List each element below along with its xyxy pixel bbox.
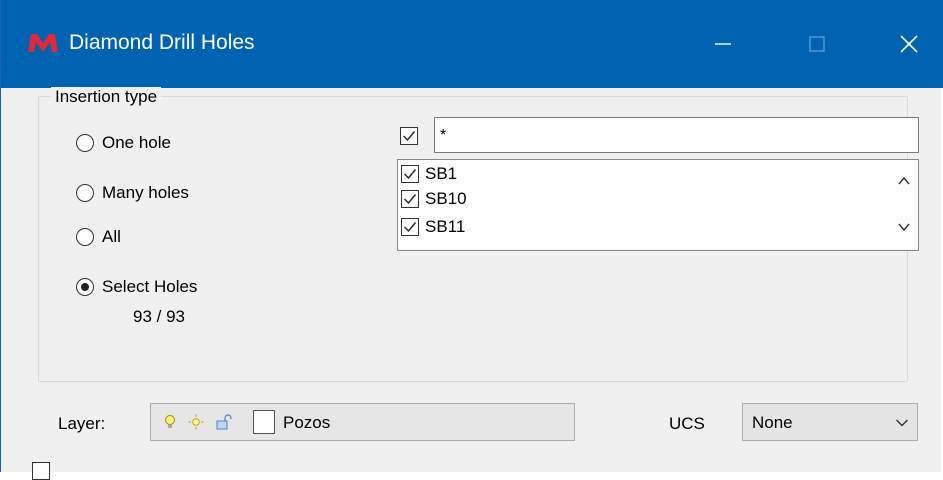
layer-selector[interactable]: Pozos [150, 403, 575, 441]
radio-label: One hole [102, 133, 171, 152]
window-title: Diamond Drill Holes [69, 31, 255, 54]
holes-listbox[interactable]: SB1 SB10 SB11 [397, 159, 919, 251]
close-button[interactable] [879, 18, 939, 70]
ucs-label: UCS [669, 414, 705, 433]
filter-checkbox[interactable] [400, 127, 418, 145]
layer-label: Layer: [58, 414, 106, 433]
maximize-icon [809, 36, 825, 52]
ucs-dropdown[interactable]: None [742, 403, 918, 441]
radio-select-holes[interactable]: Select Holes [76, 277, 197, 297]
list-item[interactable]: SB10 [401, 188, 467, 210]
minimize-button[interactable] [693, 18, 753, 70]
item-checkbox[interactable] [401, 190, 419, 208]
insertion-type-group: Insertion type One hole Many holes All S… [38, 87, 919, 382]
app-logo-icon [28, 34, 58, 52]
title-bar[interactable]: Diamond Drill Holes [1, 0, 943, 88]
item-label: SB1 [425, 164, 458, 183]
bottom-checkbox[interactable] [32, 462, 50, 480]
layer-color-swatch [253, 410, 275, 434]
layer-name: Pozos [283, 413, 331, 432]
chevron-down-icon [896, 419, 908, 427]
radio-many-holes[interactable]: Many holes [76, 183, 189, 203]
list-item[interactable]: SB11 [401, 216, 465, 238]
radio-label: Select Holes [102, 277, 198, 296]
radio-button[interactable] [76, 228, 94, 246]
item-label: SB10 [425, 189, 467, 208]
radio-label: All [102, 227, 121, 246]
radio-label: Many holes [102, 183, 189, 202]
radio-button-selected[interactable] [76, 278, 94, 296]
dialog-window: Diamond Drill Holes Insertion type One h… [0, 0, 943, 480]
checkmark-icon [404, 222, 417, 233]
bottom-option[interactable] [32, 462, 58, 480]
radio-one-hole[interactable]: One hole [76, 133, 171, 153]
radio-all[interactable]: All [76, 227, 121, 247]
minimize-icon [715, 43, 731, 45]
radio-button[interactable] [76, 184, 94, 202]
item-label: SB11 [425, 217, 466, 236]
lightbulb-icon [165, 415, 175, 428]
checkmark-icon [404, 194, 417, 205]
maximize-button [787, 18, 847, 70]
ucs-value: None [752, 413, 793, 432]
item-checkbox[interactable] [401, 165, 419, 183]
list-item[interactable]: SB1 [401, 163, 457, 185]
checkmark-icon [404, 169, 417, 180]
scroll-down-icon[interactable] [896, 220, 912, 234]
filter-input[interactable] [434, 117, 919, 153]
scroll-up-icon[interactable] [896, 174, 912, 188]
close-icon [900, 35, 918, 53]
item-checkbox[interactable] [401, 218, 419, 236]
selected-count: 93 / 93 [133, 307, 185, 326]
checkmark-icon [403, 131, 416, 142]
unlock-icon [216, 414, 232, 430]
radio-button[interactable] [76, 134, 94, 152]
dialog-client-area: Insertion type One hole Many holes All S… [2, 87, 941, 480]
sun-icon [188, 414, 204, 430]
insertion-type-label: Insertion type [51, 87, 162, 107]
